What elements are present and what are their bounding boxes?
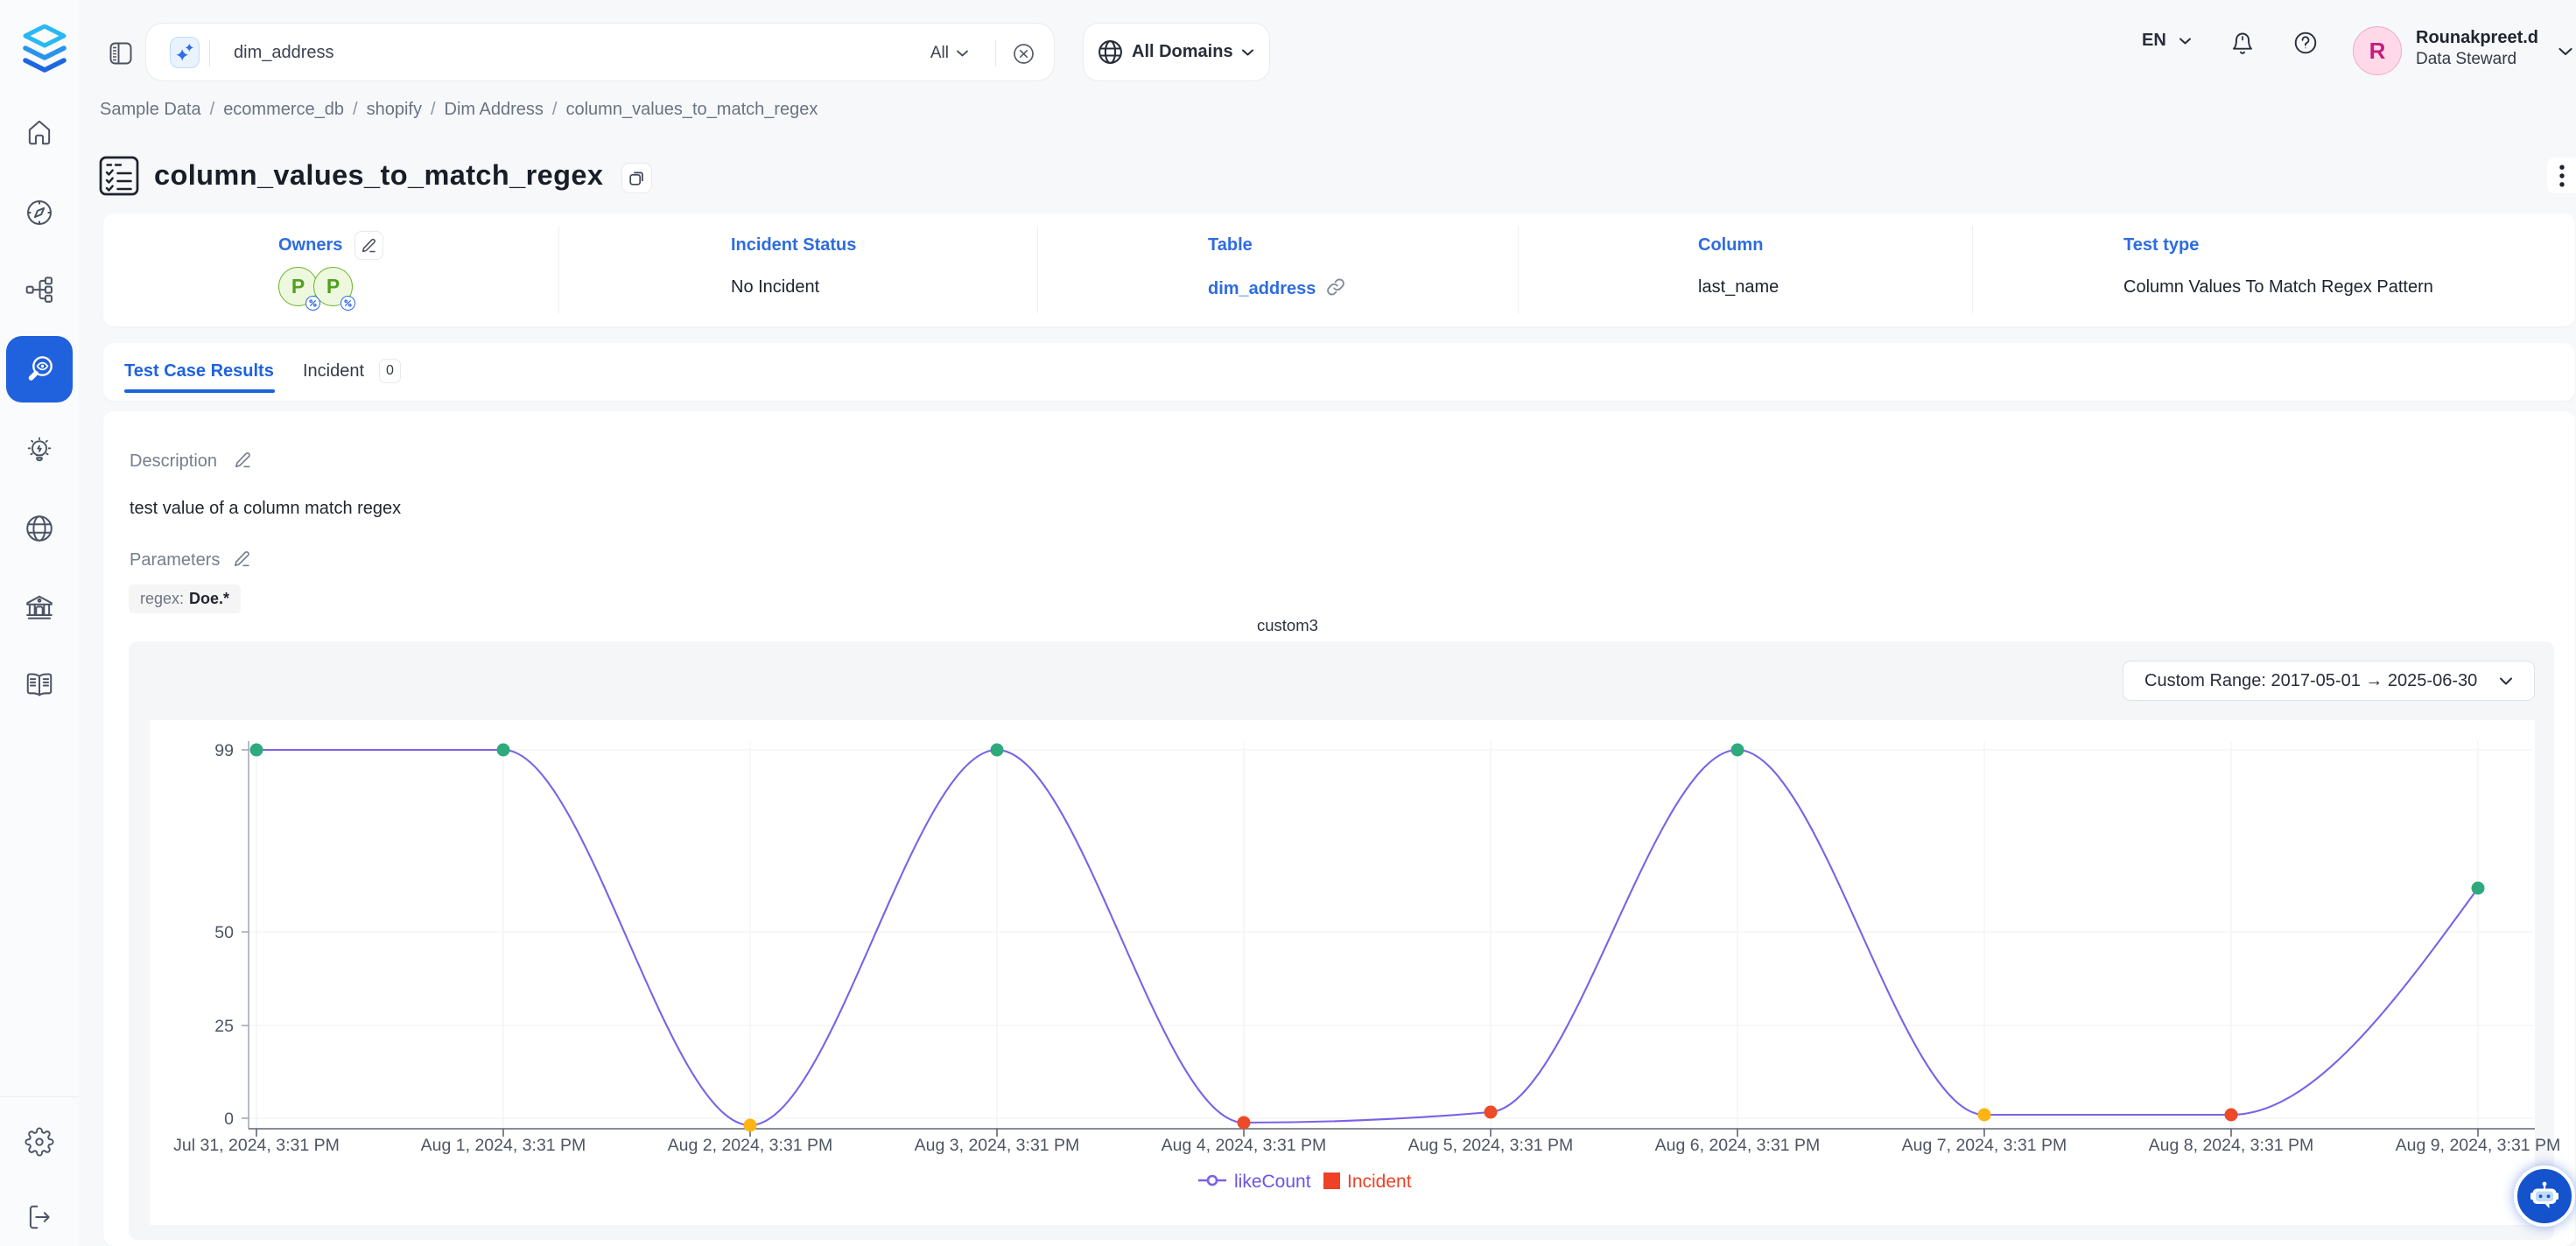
svg-text:Aug 6, 2024, 3:31 PM: Aug 6, 2024, 3:31 PM	[1655, 1136, 1821, 1155]
svg-text:50: 50	[214, 923, 234, 942]
svg-text:Aug 2, 2024, 3:31 PM: Aug 2, 2024, 3:31 PM	[668, 1136, 833, 1155]
svg-text:Aug 3, 2024, 3:31 PM: Aug 3, 2024, 3:31 PM	[915, 1136, 1080, 1155]
svg-text:Aug 7, 2024, 3:31 PM: Aug 7, 2024, 3:31 PM	[1902, 1136, 2067, 1155]
svg-text:Aug 9, 2024, 3:31 PM: Aug 9, 2024, 3:31 PM	[2396, 1136, 2561, 1155]
svg-text:Aug 8, 2024, 3:31 PM: Aug 8, 2024, 3:31 PM	[2149, 1136, 2314, 1155]
svg-text:Aug 5, 2024, 3:31 PM: Aug 5, 2024, 3:31 PM	[1408, 1136, 1574, 1155]
svg-text:Jul 31, 2024, 3:31 PM: Jul 31, 2024, 3:31 PM	[173, 1136, 340, 1155]
svg-text:Aug 1, 2024, 3:31 PM: Aug 1, 2024, 3:31 PM	[421, 1136, 586, 1155]
svg-text:25: 25	[214, 1017, 234, 1036]
svg-text:Aug 4, 2024, 3:31 PM: Aug 4, 2024, 3:31 PM	[1162, 1136, 1327, 1155]
svg-text:Incident: Incident	[1347, 1172, 1412, 1192]
svg-text:0: 0	[224, 1110, 234, 1129]
svg-text:99: 99	[214, 741, 234, 760]
svg-text:likeCount: likeCount	[1234, 1172, 1311, 1192]
